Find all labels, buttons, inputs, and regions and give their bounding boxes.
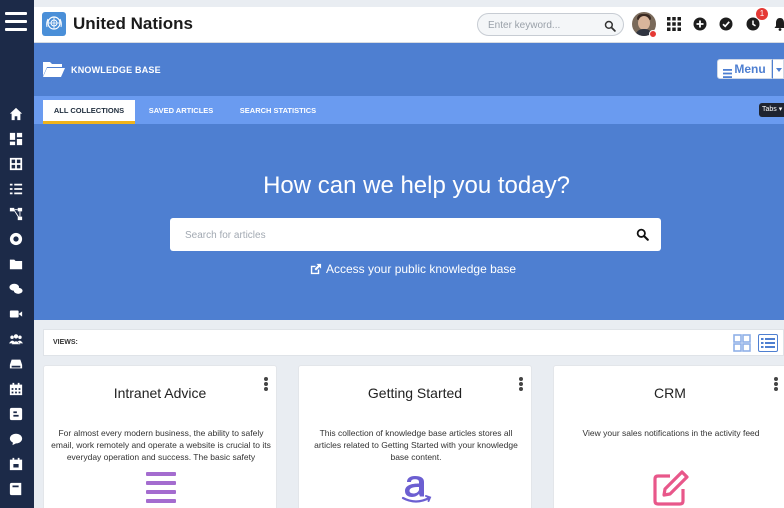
tab-search-statistics[interactable]: SEARCH STATISTICS: [230, 100, 326, 124]
plus-circle-icon[interactable]: [693, 17, 707, 31]
grid-apps-icon[interactable]: [667, 17, 681, 31]
menu-button-label: Menu: [734, 62, 766, 76]
hamburger-menu-icon[interactable]: [5, 12, 27, 32]
tab-all-collections[interactable]: ALL COLLECTIONS: [43, 100, 135, 124]
tab-saved-articles[interactable]: SAVED ARTICLES: [140, 100, 222, 124]
app-window: United Nations 1: [0, 0, 784, 508]
menu-button[interactable]: Menu: [717, 59, 772, 79]
storage-icon[interactable]: [9, 357, 25, 373]
views-bar: VIEWS:: [43, 329, 784, 356]
public-kb-link-text: Access your public knowledge base: [326, 262, 517, 276]
hero-section: How can we help you today? Access your p…: [34, 124, 784, 320]
home-icon[interactable]: [9, 107, 25, 123]
collection-card[interactable]: Intranet Advice For almost every modern …: [43, 365, 277, 508]
edit-icon: [653, 470, 689, 506]
events-icon[interactable]: [9, 457, 25, 473]
public-kb-link[interactable]: Access your public knowledge base: [309, 261, 516, 277]
collection-description: For almost every modern business, the ab…: [51, 428, 271, 462]
hero-title: How can we help you today?: [263, 172, 570, 199]
collection-description: View your sales notifications in the act…: [582, 428, 760, 438]
more-options-icon[interactable]: [773, 377, 779, 391]
tasks-icon[interactable]: [9, 182, 25, 198]
top-header: United Nations 1: [34, 7, 784, 43]
grid-view-icon[interactable]: [733, 334, 751, 352]
collection-description: This collection of knowledge base articl…: [314, 428, 518, 462]
support-icon[interactable]: [9, 232, 25, 248]
search-icon[interactable]: [636, 228, 649, 241]
more-options-icon[interactable]: [263, 377, 269, 391]
notification-badge: 1: [756, 8, 768, 20]
article-search-box: [170, 218, 661, 251]
tab-bar: ALL COLLECTIONS SAVED ARTICLES SEARCH ST…: [34, 96, 784, 124]
tabs-dropdown[interactable]: Tabs ▾: [759, 103, 784, 117]
folder-icon[interactable]: [9, 257, 25, 273]
menu-dropdown-toggle[interactable]: [772, 59, 784, 79]
bell-icon[interactable]: [773, 17, 784, 31]
collection-title: Getting Started: [367, 385, 463, 401]
calendar-icon[interactable]: [9, 382, 25, 398]
module-header: KNOWLEDGE BASE Menu: [34, 43, 784, 96]
comments-icon[interactable]: [9, 432, 25, 448]
external-link-icon: [310, 263, 322, 274]
list-icon: [145, 470, 177, 504]
amazon-icon: [400, 470, 432, 504]
users-icon[interactable]: [9, 332, 25, 348]
list-view-icon[interactable]: [758, 334, 778, 352]
chat-icon[interactable]: [9, 282, 25, 298]
article-search-input[interactable]: [185, 227, 625, 243]
more-options-icon[interactable]: [518, 377, 524, 391]
collection-card[interactable]: Getting Started This collection of knowl…: [298, 365, 532, 508]
sidebar: [0, 0, 34, 508]
status-indicator: [649, 30, 657, 38]
check-circle-icon[interactable]: [719, 17, 733, 31]
chevron-down-icon: [776, 68, 782, 72]
collection-title: Intranet Advice: [113, 385, 207, 401]
blog-icon[interactable]: [9, 407, 25, 423]
search-icon[interactable]: [604, 19, 616, 32]
workflow-icon[interactable]: [9, 207, 25, 223]
collection-card[interactable]: CRM View your sales notifications in the…: [553, 365, 784, 508]
keyword-search-box: [477, 13, 624, 36]
app-title: United Nations: [73, 14, 193, 33]
modules-icon[interactable]: [9, 157, 25, 173]
module-title: KNOWLEDGE BASE: [71, 65, 161, 75]
folder-open-icon: [42, 60, 66, 78]
views-label: VIEWS:: [53, 339, 78, 346]
collection-title: CRM: [654, 385, 686, 401]
menu-lines-icon: [723, 65, 733, 79]
dashboard-icon[interactable]: [9, 132, 25, 148]
un-logo[interactable]: [42, 12, 66, 36]
keyword-search-input[interactable]: [488, 17, 598, 33]
book-icon[interactable]: [9, 482, 25, 498]
video-icon[interactable]: [9, 307, 25, 323]
